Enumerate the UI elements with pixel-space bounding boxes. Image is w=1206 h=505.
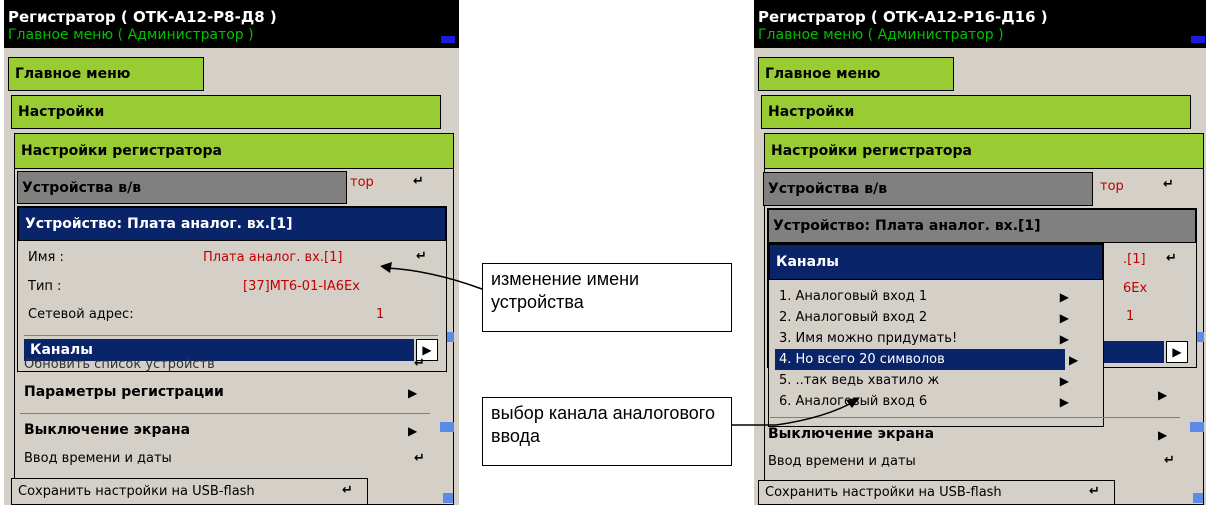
callout-lines <box>380 262 860 426</box>
